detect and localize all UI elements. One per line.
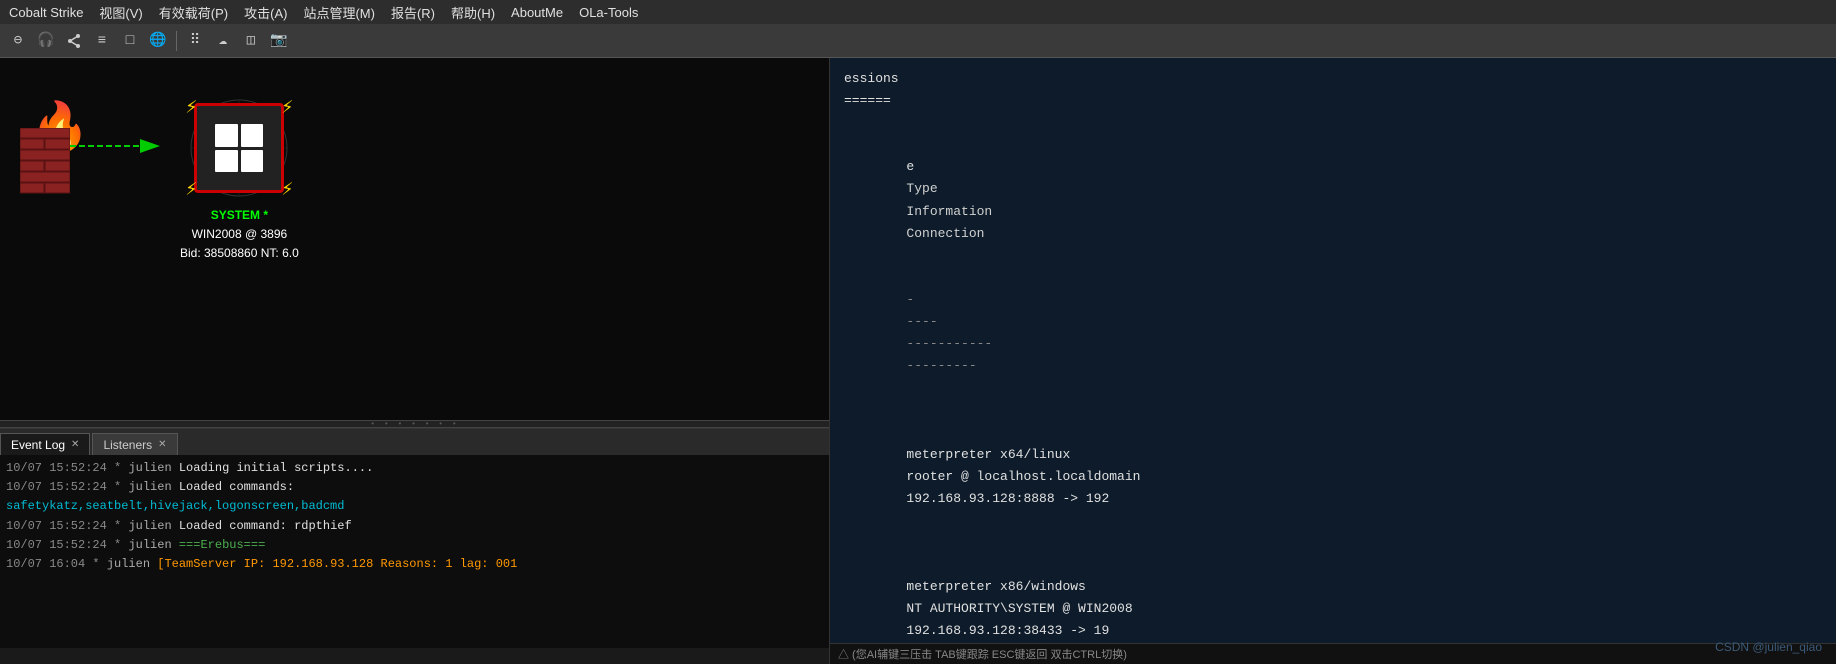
toolbar-icon-monitor[interactable]: □: [118, 29, 142, 53]
log-line-5: 10/07 15:52:24 * julien ===Erebus===: [6, 536, 823, 555]
lightning-bl: ⚡: [185, 176, 197, 202]
windows-logo: [215, 124, 263, 172]
bottom-tabs-panel: Event Log ✕ Listeners ✕ 10/07 15:52:24 *…: [0, 428, 829, 648]
bottom-hint-bar: △ (您AI辅键三压击 TAB键跟踪 ESC键返回 双击CTRL切换): [830, 643, 1836, 664]
menu-aboutme[interactable]: AboutMe: [508, 5, 566, 20]
toolbar: ⊖ 🎧 ≡ □ 🌐 ⠿ ☁ ◫ 📷: [0, 24, 1836, 58]
tab-listeners-close[interactable]: ✕: [158, 439, 166, 450]
tab-event-log-close[interactable]: ✕: [71, 439, 79, 450]
term-equals: ======: [844, 90, 1822, 112]
windows-node[interactable]: ⚡ ⚡ ⚡ ⚡ SYSTEM * WIN2008 @ 38: [180, 98, 299, 264]
toolbar-icon-list[interactable]: ≡: [90, 29, 114, 53]
toolbar-icon-share[interactable]: [62, 29, 86, 53]
log-line-2: 10/07 15:52:24 * julien Loaded commands:: [6, 478, 823, 497]
menu-bar: Cobalt Strike 视图(V) 有效载荷(P) 攻击(A) 站点管理(M…: [0, 0, 1836, 24]
log-line-3: safetykatz,seatbelt,hivejack,logonscreen…: [6, 497, 823, 516]
menu-cobalt-strike[interactable]: Cobalt Strike: [6, 5, 86, 20]
dashed-arrow: [65, 136, 175, 161]
graph-area: 🔥: [0, 58, 829, 420]
lightning-br: ⚡: [281, 176, 293, 202]
toolbar-icon-grid[interactable]: ⠿: [183, 29, 207, 53]
tab-event-log[interactable]: Event Log ✕: [0, 433, 90, 455]
log-line-1: 10/07 15:52:24 * julien Loading initial …: [6, 459, 823, 478]
term-session-1: meterpreter x64/linux rooter @ localhost…: [844, 399, 1822, 532]
right-panel: essions ====== e Type Information Connec…: [830, 58, 1836, 664]
log-content[interactable]: 10/07 15:52:24 * julien Loading initial …: [0, 455, 829, 648]
term-sessions-header: essions: [844, 68, 1822, 90]
tab-listeners[interactable]: Listeners ✕: [92, 433, 177, 455]
toolbar-icon-headset[interactable]: 🎧: [34, 29, 58, 53]
toolbar-icon-cloud[interactable]: ☁: [211, 29, 235, 53]
radar-background: ⚡ ⚡ ⚡ ⚡: [189, 98, 289, 198]
menu-payload[interactable]: 有效载荷(P): [156, 3, 231, 22]
menu-report[interactable]: 报告(R): [388, 3, 438, 22]
status-bar: [0, 648, 829, 664]
term-blank-1: [844, 112, 1822, 134]
resize-handle[interactable]: • • • • • • •: [0, 420, 829, 428]
tab-bar: Event Log ✕ Listeners ✕: [0, 429, 829, 455]
toolbar-icon-camera[interactable]: 📷: [267, 29, 291, 53]
menu-ola-tools[interactable]: OLa-Tools: [576, 5, 641, 20]
lightning-tl: ⚡: [185, 94, 197, 120]
toolbar-icon-minus[interactable]: ⊖: [6, 29, 30, 53]
term-table-header: e Type Information Connection: [844, 134, 1822, 267]
left-panel: 🔥: [0, 58, 830, 664]
watermark: CSDN @julien_qiao: [1715, 640, 1822, 654]
lightning-tr: ⚡: [281, 94, 293, 120]
toolbar-separator-1: [176, 31, 177, 51]
term-table-sep: - ---- ----------- ---------: [844, 267, 1822, 400]
toolbar-icon-globe[interactable]: 🌐: [146, 29, 170, 53]
menu-view[interactable]: 视图(V): [96, 3, 145, 22]
log-line-4: 10/07 15:52:24 * julien Loaded command: …: [6, 517, 823, 536]
toolbar-icon-window[interactable]: ◫: [239, 29, 263, 53]
windows-icon-box: ⚡ ⚡ ⚡ ⚡: [194, 103, 284, 193]
log-line-6: 10/07 16:04 * julien [TeamServer IP: 192…: [6, 555, 823, 574]
main-area: 🔥: [0, 58, 1836, 664]
menu-site-mgmt[interactable]: 站点管理(M): [300, 3, 378, 22]
node-label: SYSTEM * WIN2008 @ 3896 Bid: 38508860 NT…: [180, 206, 299, 264]
terminal-content[interactable]: essions ====== e Type Information Connec…: [830, 58, 1836, 643]
term-session-2: meterpreter x86/windows NT AUTHORITY\SYS…: [844, 532, 1822, 643]
menu-attack[interactable]: 攻击(A): [241, 3, 290, 22]
menu-help[interactable]: 帮助(H): [448, 3, 498, 22]
brick-wall: [20, 128, 70, 198]
